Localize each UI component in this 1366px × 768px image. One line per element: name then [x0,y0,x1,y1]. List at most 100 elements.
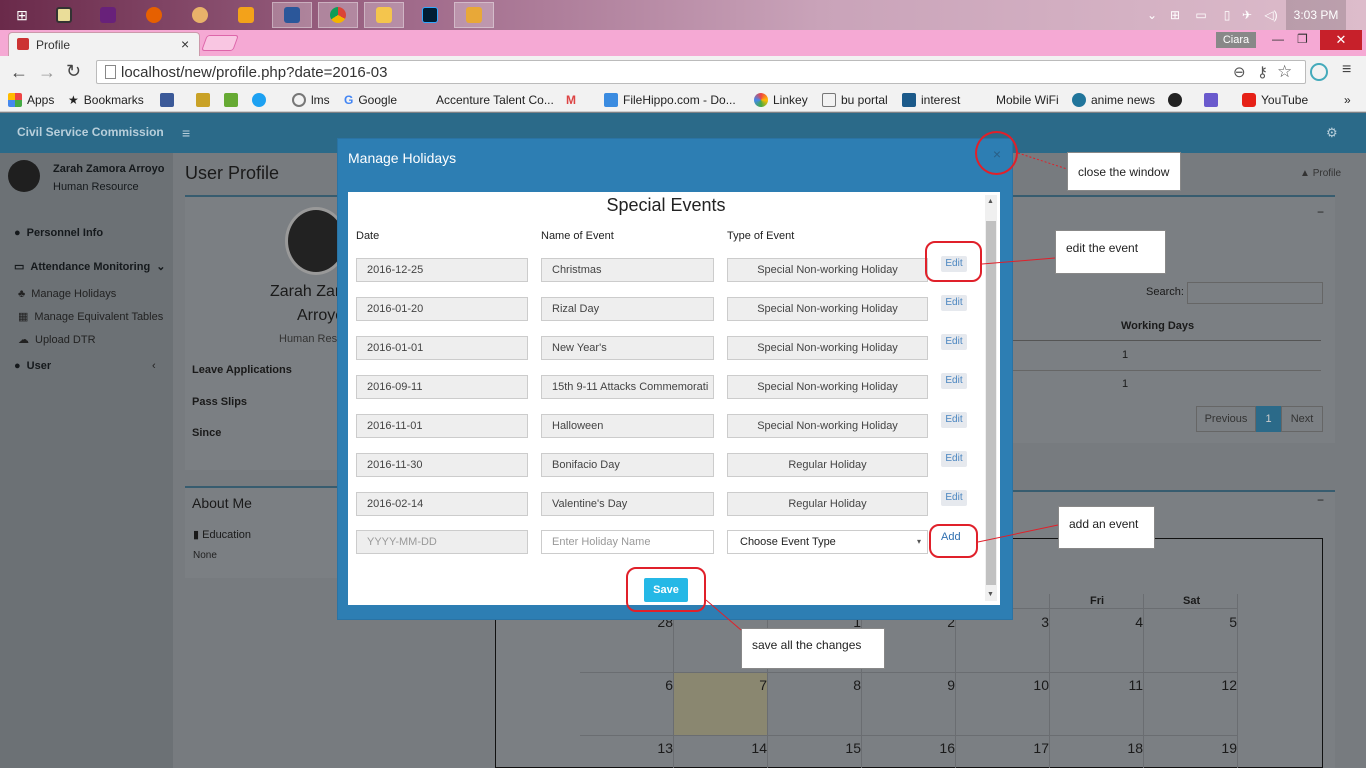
bookmark-google[interactable]: G Google [344,92,397,108]
event-date-field[interactable]: 2016-11-30 [356,453,528,477]
bookmark-apps[interactable]: Apps [8,92,54,108]
url-bar[interactable]: localhost/new/profile.php?date=2016-03 ⊖… [96,60,1306,84]
more-bookmarks-icon[interactable]: » [1344,92,1351,108]
event-type-field[interactable]: Regular Holiday [727,492,928,516]
tab-profile[interactable]: Profile × [8,32,200,56]
calendar-day-number[interactable]: 9 [937,677,955,693]
calendar-day-number[interactable]: 18 [1125,740,1143,756]
event-type-field[interactable]: Special Non-working Holiday [727,336,928,360]
calendar-day-number[interactable]: 14 [749,740,767,756]
event-type-select[interactable]: Choose Event Type ▾ [727,530,928,554]
calendar-day-number[interactable]: 8 [843,677,861,693]
maximize-icon[interactable]: ❐ [1297,32,1308,46]
forward-arrow-icon[interactable]: → [38,62,56,83]
visual-studio-icon[interactable] [88,2,128,28]
bookmark-twitter[interactable] [252,92,266,108]
search-input[interactable] [1187,282,1323,304]
windows-start-icon[interactable]: ⊞ [2,2,42,28]
paint-icon[interactable] [180,2,220,28]
calendar-day-number[interactable]: 5 [1219,614,1237,630]
minimize-icon[interactable]: — [1272,32,1284,46]
menu-icon[interactable]: ≡ [1342,61,1351,79]
calendar-day-number[interactable]: 11 [1125,677,1143,693]
event-date-field[interactable]: 2016-01-20 [356,297,528,321]
edit-event-button[interactable]: Edit [941,451,967,467]
bookmark-anime-news[interactable]: anime news [1072,92,1155,108]
airplane-icon[interactable]: ✈ [1240,8,1254,22]
profile-user-badge[interactable]: Ciara [1216,32,1256,48]
pager-page[interactable]: 1 [1256,406,1281,432]
event-date-field[interactable]: 2016-12-25 [356,258,528,282]
event-date-field[interactable]: 2016-11-01 [356,414,528,438]
calendar-day-number[interactable]: 7 [749,677,767,693]
calendar-day-number[interactable]: 3 [1031,614,1049,630]
event-name-field[interactable]: Valentine's Day [541,492,714,516]
event-date-field[interactable]: 2016-01-01 [356,336,528,360]
event-name-field[interactable]: 15th 9-11 Attacks Commemorati [541,375,714,399]
column-header-working-days[interactable]: Working Days [1121,320,1194,332]
calendar-day-number[interactable]: 17 [1031,740,1049,756]
bookmark-linkey[interactable]: Linkey [754,92,808,108]
event-type-field[interactable]: Special Non-working Holiday [727,414,928,438]
file-explorer-icon[interactable] [364,2,404,28]
sidebar-item-upload-dtr[interactable]: ☁ Upload DTR [18,333,96,347]
bookmark-mobile-wifi[interactable]: Mobile WiFi [996,92,1059,108]
reload-icon[interactable]: ↻ [66,61,81,82]
scrollbar-thumb[interactable] [986,221,996,585]
calendar-day-number[interactable]: 19 [1219,740,1237,756]
scroll-down-icon[interactable]: ▼ [987,591,994,598]
battery-icon[interactable]: ▯ [1220,8,1234,22]
collapse-icon[interactable]: − [1317,205,1324,219]
bookmark-lms[interactable]: lms [292,92,330,108]
hamburger-icon[interactable]: ≡ [182,125,190,141]
url-text[interactable]: localhost/new/profile.php?date=2016-03 [121,64,387,81]
display-icon[interactable]: ▭ [1194,8,1208,22]
calendar-day-number[interactable]: 12 [1219,677,1237,693]
pager-previous[interactable]: Previous [1196,406,1256,432]
event-name-field[interactable]: New Year's [541,336,714,360]
calendar-day-number[interactable]: 16 [937,740,955,756]
edit-event-button[interactable]: Edit [941,490,967,506]
edit-event-button[interactable]: Edit [941,373,967,389]
player-icon[interactable] [226,2,266,28]
event-name-field[interactable]: Christmas [541,258,714,282]
event-type-field[interactable]: Special Non-working Holiday [727,297,928,321]
bookmark-bu-portal[interactable]: bu portal [822,92,888,108]
app-brand[interactable]: Civil Service Commission [17,125,164,139]
word-icon[interactable] [272,2,312,28]
bookmark-m8[interactable] [224,92,238,108]
scroll-up-icon[interactable]: ▲ [987,198,994,205]
windows-icon[interactable]: ⊞ [1168,8,1182,22]
collapse-icon[interactable]: − [1317,493,1324,507]
volume-icon[interactable]: ◁) [1264,8,1278,22]
sidebar-item-manage-tables[interactable]: ▦ Manage Equivalent Tables [18,310,163,324]
bookmark-facebook[interactable] [160,92,174,108]
settings-gear-icon[interactable]: ⚙ [1326,125,1338,141]
firefox-icon[interactable] [134,2,174,28]
app-icon[interactable] [454,2,494,28]
bookmark-gmail[interactable]: M [566,92,576,108]
bookmark-pma[interactable] [196,92,210,108]
calendar-day-number[interactable]: 13 [655,740,673,756]
zoom-icon[interactable]: ⊖ [1233,63,1246,81]
back-arrow-icon[interactable]: ← [10,62,28,83]
bookmark-interest[interactable]: interest [902,92,960,108]
event-date-field[interactable]: 2016-09-11 [356,375,528,399]
bookmark-accenture[interactable]: Accenture Talent Co... [436,92,554,108]
bookmark-az[interactable] [1204,92,1218,108]
bookmark-youtube[interactable]: YouTube [1242,92,1308,108]
sidebar-item-manage-holidays[interactable]: ♣ Manage Holidays [18,288,116,300]
sidebar-item-user[interactable]: ● User [14,360,51,372]
photoshop-icon[interactable] [410,2,450,28]
new-date-input[interactable]: YYYY-MM-DD [356,530,528,554]
chevron-up-icon[interactable]: ⌄ [1145,8,1159,22]
pager-next[interactable]: Next [1281,406,1323,432]
bookmark-filehippo[interactable]: FileHippo.com - Do... [604,92,736,108]
calendar-day-number[interactable]: 10 [1031,677,1049,693]
tab-close-icon[interactable]: × [181,36,189,52]
event-type-field[interactable]: Special Non-working Holiday [727,258,928,282]
calendar-day-number[interactable]: 15 [843,740,861,756]
chrome-icon[interactable] [318,2,358,28]
breadcrumb[interactable]: ▲ Profile [1300,168,1341,179]
clock[interactable]: 3:03 PM [1286,0,1346,30]
